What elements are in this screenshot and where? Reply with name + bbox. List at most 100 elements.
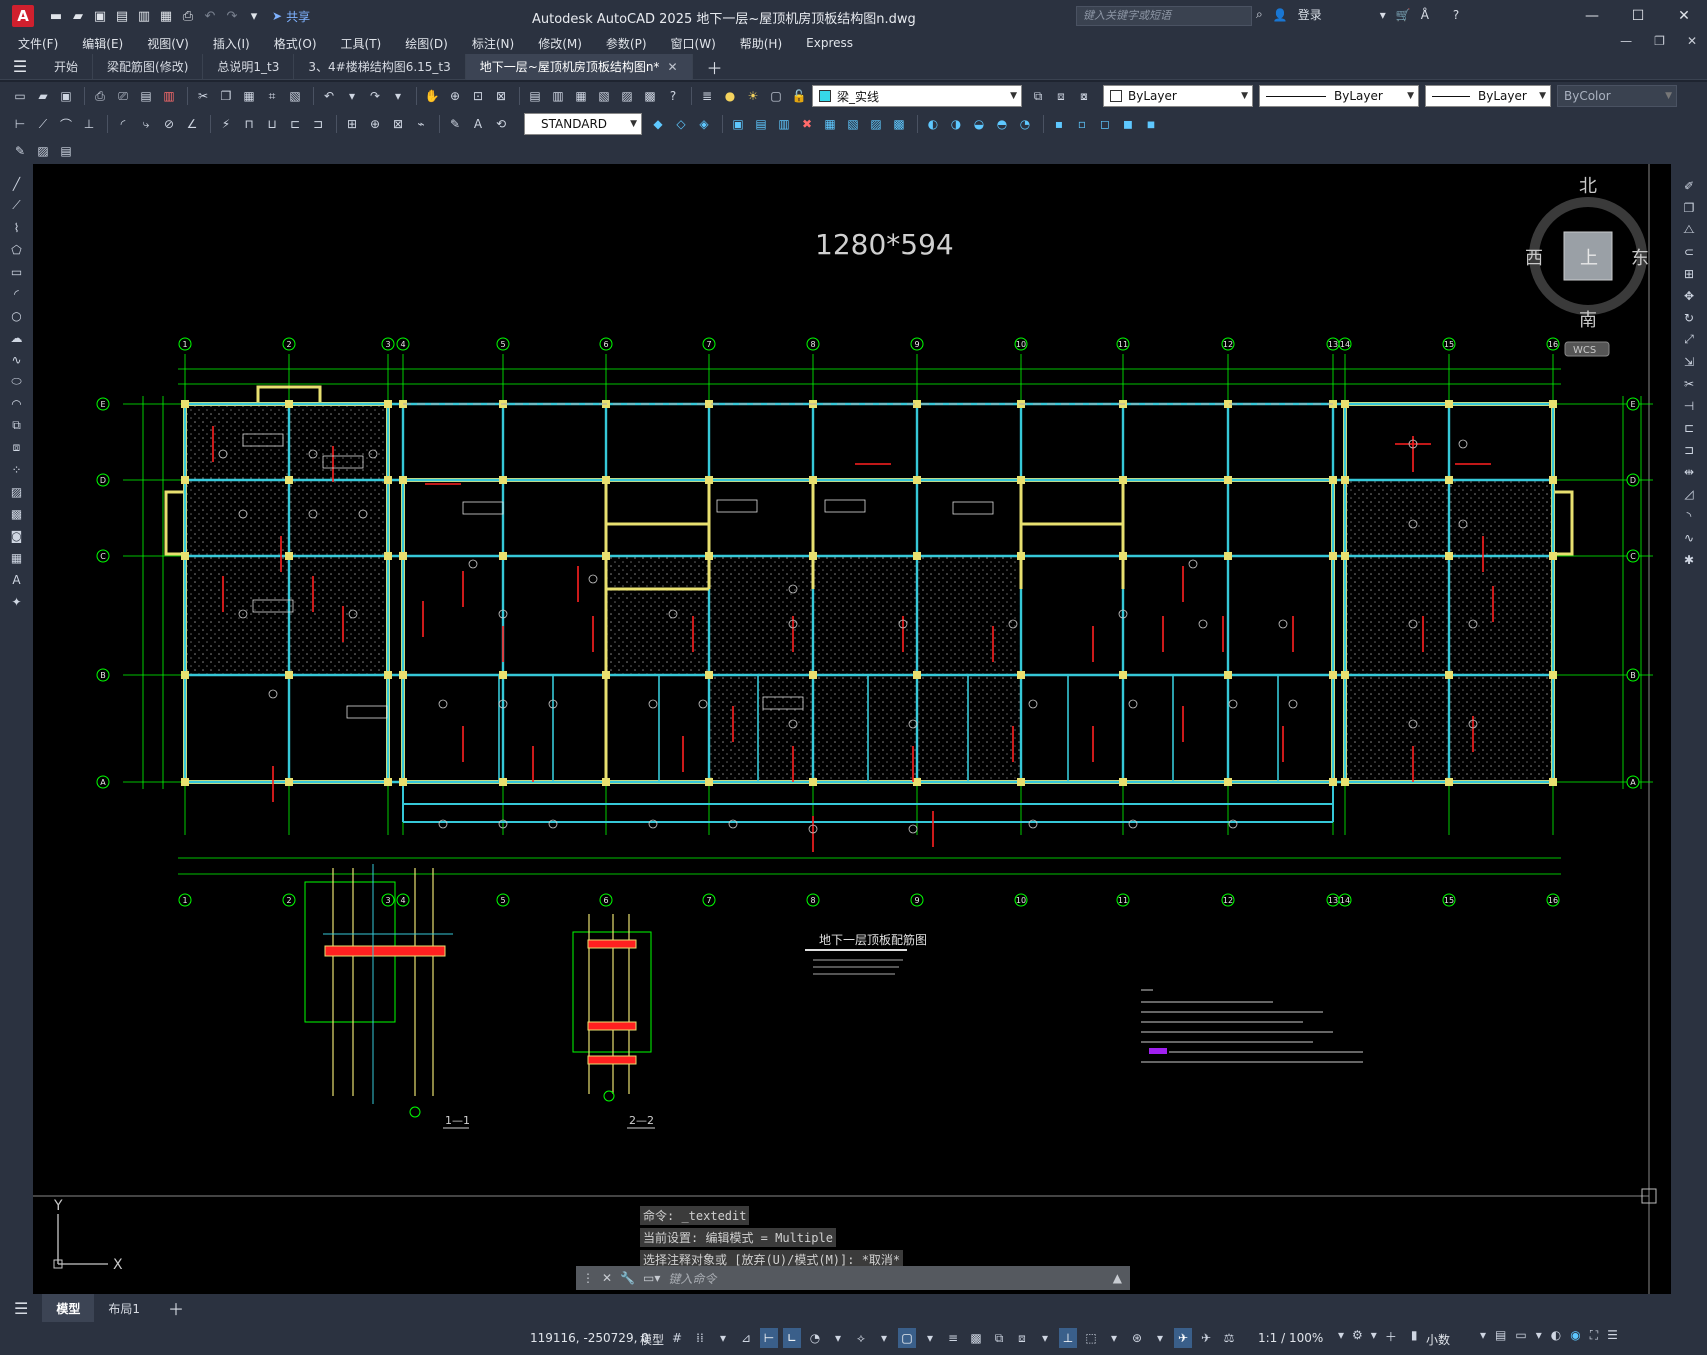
region-icon[interactable]: ◙: [7, 526, 27, 545]
menu-modify[interactable]: 修改(M): [538, 35, 582, 52]
3d-osnap-icon[interactable]: ⧈: [1013, 1328, 1031, 1348]
login-label[interactable]: 登录: [1298, 6, 1322, 23]
dropdown-icon[interactable]: ▾: [875, 1328, 893, 1348]
gizmo-icon[interactable]: ⊛: [1128, 1328, 1146, 1348]
continue-dim-icon[interactable]: ⊔: [262, 114, 282, 134]
rotate-icon[interactable]: ↻: [1679, 308, 1699, 327]
polygon-icon[interactable]: ⬠: [7, 240, 27, 259]
new-tab-button[interactable]: ＋: [693, 54, 737, 80]
menu-icon[interactable]: ☰: [0, 54, 40, 80]
polyline-icon[interactable]: ⌇: [7, 218, 27, 237]
make-current-layer-icon[interactable]: ⧉: [1028, 86, 1048, 106]
close-button[interactable]: ✕: [1661, 0, 1707, 32]
radius-dim-icon[interactable]: ◜: [113, 114, 133, 134]
modify-icon-5[interactable]: ▤: [751, 114, 771, 134]
break-at-point-icon[interactable]: ⊏: [1679, 418, 1699, 437]
snap-mode-icon[interactable]: ⁞⁞: [691, 1328, 709, 1348]
layer-properties-icon[interactable]: ≣: [697, 86, 717, 106]
solid-icon-6[interactable]: ▪: [1049, 114, 1069, 134]
tab-beam-rebar[interactable]: 梁配筋图(修改): [93, 53, 204, 80]
solid-icon-2[interactable]: ◑: [946, 114, 966, 134]
dim-update-icon[interactable]: ⟲: [491, 114, 511, 134]
command-prompt-icon[interactable]: ▭▾: [643, 1271, 660, 1285]
tab-model[interactable]: 模型: [42, 1294, 95, 1322]
new-file-icon[interactable]: ▬: [46, 6, 66, 26]
annotation-monitor-icon[interactable]: ＋: [1385, 1328, 1397, 1345]
customize-dropdown-icon[interactable]: ▾: [244, 6, 264, 26]
dim-text-edit-icon[interactable]: A: [468, 114, 488, 134]
layer-viewport-icon[interactable]: ▢: [766, 86, 786, 106]
add-selected-icon[interactable]: ✦: [7, 592, 27, 611]
solid-icon-1[interactable]: ◐: [923, 114, 943, 134]
tab-general-notes[interactable]: 总说明1_t3: [203, 53, 295, 80]
rectangle-icon[interactable]: ▭: [7, 262, 27, 281]
modify-icon-7[interactable]: ✖: [797, 114, 817, 134]
design-center-icon[interactable]: ▥: [548, 86, 568, 106]
cart-icon[interactable]: 🛒: [1396, 8, 1411, 22]
scale-icon[interactable]: ⤢: [1679, 330, 1699, 349]
doc-minimize-button[interactable]: —: [1620, 34, 1632, 48]
construction-line-icon[interactable]: ⟋: [7, 196, 27, 215]
menu-draw[interactable]: 绘图(D): [405, 35, 448, 52]
tab-layout1[interactable]: 布局1: [94, 1294, 154, 1322]
diameter-dim-icon[interactable]: ⊘: [159, 114, 179, 134]
aligned-dim-icon[interactable]: ⟋: [33, 114, 53, 134]
attach-icon[interactable]: ▤: [56, 141, 76, 161]
customize-icon[interactable]: ☰: [1607, 1328, 1618, 1343]
dim-break-icon[interactable]: ⊐: [308, 114, 328, 134]
help-icon[interactable]: ?: [663, 86, 683, 106]
dynamic-ucs-icon[interactable]: ⊥: [1059, 1328, 1077, 1348]
new-icon[interactable]: ▭: [10, 86, 30, 106]
dropdown-icon[interactable]: ▾: [1536, 1328, 1542, 1343]
copy-object-icon[interactable]: ❐: [1679, 198, 1699, 217]
break-icon[interactable]: ⊐: [1679, 440, 1699, 459]
add-layout-button[interactable]: ＋: [154, 1294, 198, 1322]
solid-icon-4[interactable]: ◓: [992, 114, 1012, 134]
web-save-icon[interactable]: ▥: [134, 6, 154, 26]
dim-edit-icon[interactable]: ✎: [445, 114, 465, 134]
array-icon[interactable]: ⊞: [1679, 264, 1699, 283]
infer-constraints-icon[interactable]: ⊿: [737, 1328, 755, 1348]
dropdown-icon[interactable]: ▾: [714, 1328, 732, 1348]
print-icon[interactable]: ⎙: [178, 6, 198, 26]
hardware-accel-icon[interactable]: ◉: [1570, 1328, 1580, 1343]
user-icon[interactable]: 👤: [1273, 8, 1288, 22]
dropdown-icon[interactable]: ▾: [921, 1328, 939, 1348]
tab-stair-structure[interactable]: 3、4#楼梯结构图6.15_t3: [294, 53, 466, 80]
solid-icon-8[interactable]: ◻: [1095, 114, 1115, 134]
solid-icon-7[interactable]: ▫: [1072, 114, 1092, 134]
sheet-set-icon[interactable]: ▧: [594, 86, 614, 106]
menu-dimension[interactable]: 标注(N): [472, 35, 514, 52]
quickcalc-icon[interactable]: ▩: [640, 86, 660, 106]
command-history-toggle-icon[interactable]: ▲: [1113, 1271, 1122, 1285]
command-input[interactable]: 键入命令: [668, 1270, 716, 1287]
save-icon[interactable]: ▣: [90, 6, 110, 26]
trim-icon[interactable]: ✂: [1679, 374, 1699, 393]
color-dropdown[interactable]: ByLayer ▼: [1103, 85, 1253, 107]
modify-icon-8[interactable]: ▦: [820, 114, 840, 134]
plot-preview-icon[interactable]: ⎚: [113, 86, 133, 106]
dropdown-icon[interactable]: ▾: [1036, 1328, 1054, 1348]
layer-dropdown[interactable]: 梁_实线 ▼: [812, 85, 1022, 107]
share-button[interactable]: ➤ 共享: [272, 8, 310, 25]
workspace-gear-icon[interactable]: ⚙: [1352, 1328, 1363, 1345]
ellipse-icon[interactable]: ⬭: [7, 372, 27, 391]
modify-icon-9[interactable]: ▧: [843, 114, 863, 134]
text-style-dropdown[interactable]: STANDARD ▼: [524, 113, 642, 135]
modify-icon-6[interactable]: ▥: [774, 114, 794, 134]
solid-icon-10[interactable]: ◾: [1141, 114, 1161, 134]
lock-ui-icon[interactable]: ▭: [1515, 1328, 1526, 1343]
menu-view[interactable]: 视图(V): [147, 35, 189, 52]
zoom-window-icon[interactable]: ⊡: [468, 86, 488, 106]
table-icon[interactable]: ▦: [7, 548, 27, 567]
note-edit-icon[interactable]: ✎: [10, 141, 30, 161]
save-icon[interactable]: ▣: [56, 86, 76, 106]
search-icon[interactable]: ⌕: [1256, 7, 1263, 22]
stretch-icon[interactable]: ⇲: [1679, 352, 1699, 371]
grip-icon[interactable]: ⋮: [582, 1271, 594, 1285]
properties-icon[interactable]: ▤: [525, 86, 545, 106]
revision-cloud-icon[interactable]: ☁: [7, 328, 27, 347]
lineweight-icon[interactable]: ≡: [944, 1328, 962, 1348]
menu-parametric[interactable]: 参数(P): [606, 35, 647, 52]
dynamic-input-icon[interactable]: ⊢: [760, 1328, 778, 1348]
